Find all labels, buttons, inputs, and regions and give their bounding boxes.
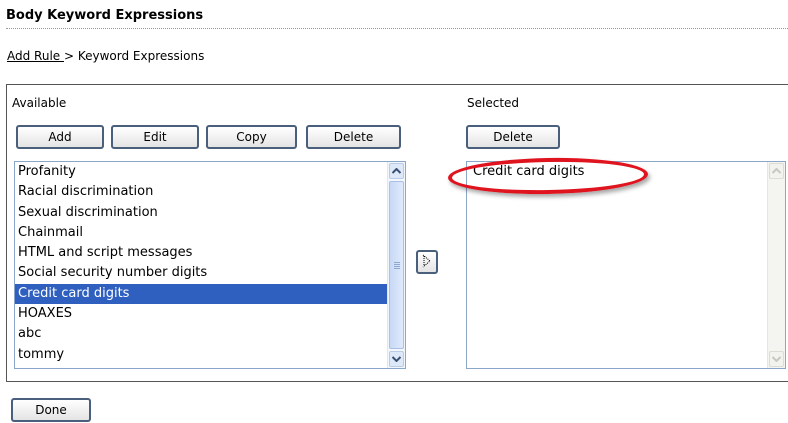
add-button[interactable]: Add xyxy=(16,125,104,149)
selected-delete-button[interactable]: Delete xyxy=(466,125,560,149)
selected-label: Selected xyxy=(467,96,520,110)
list-item-profanity[interactable]: Profanity xyxy=(15,162,405,182)
page-title: Body Keyword Expressions xyxy=(6,3,788,29)
breadcrumb-current: Keyword Expressions xyxy=(74,49,205,63)
list-item-racial-discrimination[interactable]: Racial discrimination xyxy=(15,182,405,202)
available-listbox[interactable]: Profanity Racial discrimination Sexual d… xyxy=(14,161,406,369)
breadcrumb: Add Rule > Keyword Expressions xyxy=(7,48,204,64)
selected-scrollbar xyxy=(767,162,785,368)
copy-button[interactable]: Copy xyxy=(206,125,297,149)
available-scrollbar[interactable] xyxy=(387,162,405,368)
list-item-tommy[interactable]: tommy xyxy=(15,345,405,365)
chevron-down-icon[interactable] xyxy=(389,351,404,367)
done-button[interactable]: Done xyxy=(11,398,91,422)
available-delete-button[interactable]: Delete xyxy=(306,125,401,149)
scrollbar-thumb[interactable] xyxy=(389,181,404,349)
breadcrumb-separator: > xyxy=(63,49,75,63)
chevron-up-icon xyxy=(769,163,784,179)
move-right-icon xyxy=(422,254,432,271)
breadcrumb-link-add-rule[interactable]: Add Rule xyxy=(7,49,64,63)
chevron-down-icon xyxy=(769,351,784,367)
list-item-html-and-script-messages[interactable]: HTML and script messages xyxy=(15,243,405,263)
available-list-items: Profanity Racial discrimination Sexual d… xyxy=(15,162,405,365)
list-item-social-security-number-digits[interactable]: Social security number digits xyxy=(15,263,405,283)
available-label: Available xyxy=(12,96,67,110)
chevron-up-icon[interactable] xyxy=(389,163,404,179)
move-right-button[interactable] xyxy=(416,250,438,274)
list-item-abc[interactable]: abc xyxy=(15,324,405,344)
list-item-hoaxes[interactable]: HOAXES xyxy=(15,304,405,324)
list-item-sexual-discrimination[interactable]: Sexual discrimination xyxy=(15,203,405,223)
list-item-chainmail[interactable]: Chainmail xyxy=(15,223,405,243)
list-item-credit-card-digits[interactable]: Credit card digits xyxy=(15,283,405,305)
edit-button[interactable]: Edit xyxy=(111,125,199,149)
